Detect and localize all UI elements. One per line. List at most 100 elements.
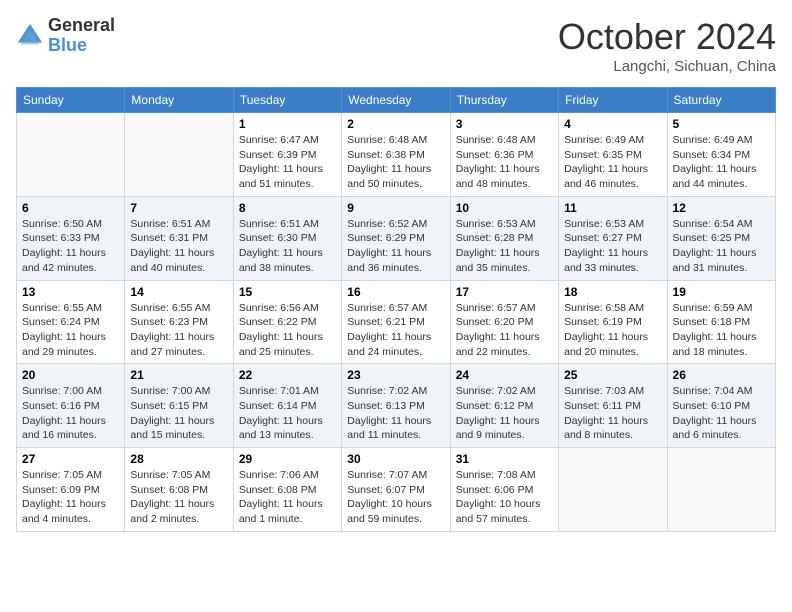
logo-icon [16,22,44,50]
day-content: Sunrise: 7:00 AMSunset: 6:16 PMDaylight:… [22,384,119,443]
day-number: 21 [130,368,227,382]
weekday-header-friday: Friday [559,88,667,113]
day-number: 16 [347,285,444,299]
day-content: Sunrise: 6:52 AMSunset: 6:29 PMDaylight:… [347,217,444,276]
day-content: Sunrise: 7:01 AMSunset: 6:14 PMDaylight:… [239,384,336,443]
calendar-cell: 21 Sunrise: 7:00 AMSunset: 6:15 PMDayligh… [125,364,233,448]
day-number: 12 [673,201,770,215]
calendar-cell: 19 Sunrise: 6:59 AMSunset: 6:18 PMDayligh… [667,280,775,364]
day-number: 27 [22,452,119,466]
day-number: 10 [456,201,553,215]
calendar-cell: 9Sunrise: 6:52 AMSunset: 6:29 PMDaylight… [342,196,450,280]
day-number: 25 [564,368,661,382]
month-title: October 2024 [558,16,776,58]
day-number: 19 [673,285,770,299]
calendar-cell: 8 Sunrise: 6:51 AMSunset: 6:30 PMDaylight… [233,196,341,280]
calendar-cell: 16 Sunrise: 6:57 AMSunset: 6:21 PMDayligh… [342,280,450,364]
calendar-cell: 30Sunrise: 7:07 AMSunset: 6:07 PMDayligh… [342,448,450,532]
day-number: 1 [239,117,336,131]
day-number: 2 [347,117,444,131]
day-content: Sunrise: 7:05 AMSunset: 6:08 PMDaylight:… [130,468,227,527]
day-number: 8 [239,201,336,215]
calendar-cell: 11Sunrise: 6:53 AMSunset: 6:27 PMDayligh… [559,196,667,280]
calendar-cell: 29 Sunrise: 7:06 AMSunset: 6:08 PMDayligh… [233,448,341,532]
calendar-cell: 24 Sunrise: 7:02 AMSunset: 6:12 PMDayligh… [450,364,558,448]
day-content: Sunrise: 7:03 AMSunset: 6:11 PMDaylight:… [564,384,661,443]
day-number: 26 [673,368,770,382]
calendar-week-row: 27 Sunrise: 7:05 AMSunset: 6:09 PMDayligh… [17,448,776,532]
day-content: Sunrise: 7:04 AMSunset: 6:10 PMDaylight:… [673,384,770,443]
page-header: GeneralBlue October 2024 Langchi, Sichua… [16,16,776,75]
logo: GeneralBlue [16,16,115,56]
calendar-cell: 31 Sunrise: 7:08 AMSunset: 6:06 PMDayligh… [450,448,558,532]
calendar-week-row: 6Sunrise: 6:50 AMSunset: 6:33 PMDaylight… [17,196,776,280]
day-content: Sunrise: 7:07 AMSunset: 6:07 PMDaylight:… [347,468,444,527]
day-number: 23 [347,368,444,382]
calendar-cell: 6Sunrise: 6:50 AMSunset: 6:33 PMDaylight… [17,196,125,280]
calendar-cell: 22Sunrise: 7:01 AMSunset: 6:14 PMDayligh… [233,364,341,448]
calendar-cell [125,113,233,197]
day-number: 29 [239,452,336,466]
calendar-header-row: SundayMondayTuesdayWednesdayThursdayFrid… [17,88,776,113]
calendar-cell: 4 Sunrise: 6:49 AMSunset: 6:35 PMDaylight… [559,113,667,197]
calendar-cell: 12Sunrise: 6:54 AMSunset: 6:25 PMDayligh… [667,196,775,280]
day-content: Sunrise: 6:53 AMSunset: 6:27 PMDaylight:… [564,217,661,276]
weekday-header-sunday: Sunday [17,88,125,113]
day-content: Sunrise: 6:55 AMSunset: 6:24 PMDaylight:… [22,301,119,360]
weekday-header-saturday: Saturday [667,88,775,113]
logo-text: GeneralBlue [48,16,115,56]
day-content: Sunrise: 6:48 AMSunset: 6:38 PMDaylight:… [347,133,444,192]
day-content: Sunrise: 6:49 AMSunset: 6:34 PMDaylight:… [673,133,770,192]
day-content: Sunrise: 6:47 AMSunset: 6:39 PMDaylight:… [239,133,336,192]
weekday-header-wednesday: Wednesday [342,88,450,113]
day-number: 3 [456,117,553,131]
day-content: Sunrise: 6:48 AMSunset: 6:36 PMDaylight:… [456,133,553,192]
calendar-cell: 25 Sunrise: 7:03 AMSunset: 6:11 PMDayligh… [559,364,667,448]
calendar-cell: 2 Sunrise: 6:48 AMSunset: 6:38 PMDaylight… [342,113,450,197]
calendar-cell: 26 Sunrise: 7:04 AMSunset: 6:10 PMDayligh… [667,364,775,448]
day-content: Sunrise: 6:57 AMSunset: 6:21 PMDaylight:… [347,301,444,360]
calendar-cell: 14Sunrise: 6:55 AMSunset: 6:23 PMDayligh… [125,280,233,364]
calendar-cell [667,448,775,532]
calendar-week-row: 1 Sunrise: 6:47 AMSunset: 6:39 PMDaylight… [17,113,776,197]
day-content: Sunrise: 7:05 AMSunset: 6:09 PMDaylight:… [22,468,119,527]
location: Langchi, Sichuan, China [558,58,776,75]
day-number: 13 [22,285,119,299]
day-content: Sunrise: 7:06 AMSunset: 6:08 PMDaylight:… [239,468,336,527]
day-number: 15 [239,285,336,299]
calendar-cell: 18Sunrise: 6:58 AMSunset: 6:19 PMDayligh… [559,280,667,364]
calendar-cell [559,448,667,532]
day-content: Sunrise: 7:08 AMSunset: 6:06 PMDaylight:… [456,468,553,527]
calendar-cell: 3 Sunrise: 6:48 AMSunset: 6:36 PMDaylight… [450,113,558,197]
day-content: Sunrise: 7:02 AMSunset: 6:12 PMDaylight:… [456,384,553,443]
day-number: 20 [22,368,119,382]
day-content: Sunrise: 6:57 AMSunset: 6:20 PMDaylight:… [456,301,553,360]
day-content: Sunrise: 7:02 AMSunset: 6:13 PMDaylight:… [347,384,444,443]
calendar-table: SundayMondayTuesdayWednesdayThursdayFrid… [16,87,776,532]
day-number: 18 [564,285,661,299]
calendar-cell: 5 Sunrise: 6:49 AMSunset: 6:34 PMDaylight… [667,113,775,197]
day-content: Sunrise: 6:53 AMSunset: 6:28 PMDaylight:… [456,217,553,276]
calendar-cell: 13 Sunrise: 6:55 AMSunset: 6:24 PMDayligh… [17,280,125,364]
calendar-cell: 17Sunrise: 6:57 AMSunset: 6:20 PMDayligh… [450,280,558,364]
weekday-header-tuesday: Tuesday [233,88,341,113]
day-number: 24 [456,368,553,382]
weekday-header-monday: Monday [125,88,233,113]
day-content: Sunrise: 6:55 AMSunset: 6:23 PMDaylight:… [130,301,227,360]
day-number: 7 [130,201,227,215]
day-number: 4 [564,117,661,131]
day-content: Sunrise: 6:59 AMSunset: 6:18 PMDaylight:… [673,301,770,360]
day-content: Sunrise: 6:50 AMSunset: 6:33 PMDaylight:… [22,217,119,276]
calendar-cell: 20 Sunrise: 7:00 AMSunset: 6:16 PMDayligh… [17,364,125,448]
calendar-cell: 15 Sunrise: 6:56 AMSunset: 6:22 PMDayligh… [233,280,341,364]
day-content: Sunrise: 7:00 AMSunset: 6:15 PMDaylight:… [130,384,227,443]
calendar-cell [17,113,125,197]
day-content: Sunrise: 6:51 AMSunset: 6:30 PMDaylight:… [239,217,336,276]
day-content: Sunrise: 6:51 AMSunset: 6:31 PMDaylight:… [130,217,227,276]
calendar-cell: 1 Sunrise: 6:47 AMSunset: 6:39 PMDaylight… [233,113,341,197]
title-block: October 2024 Langchi, Sichuan, China [558,16,776,75]
day-number: 5 [673,117,770,131]
day-number: 31 [456,452,553,466]
day-content: Sunrise: 6:49 AMSunset: 6:35 PMDaylight:… [564,133,661,192]
day-content: Sunrise: 6:56 AMSunset: 6:22 PMDaylight:… [239,301,336,360]
